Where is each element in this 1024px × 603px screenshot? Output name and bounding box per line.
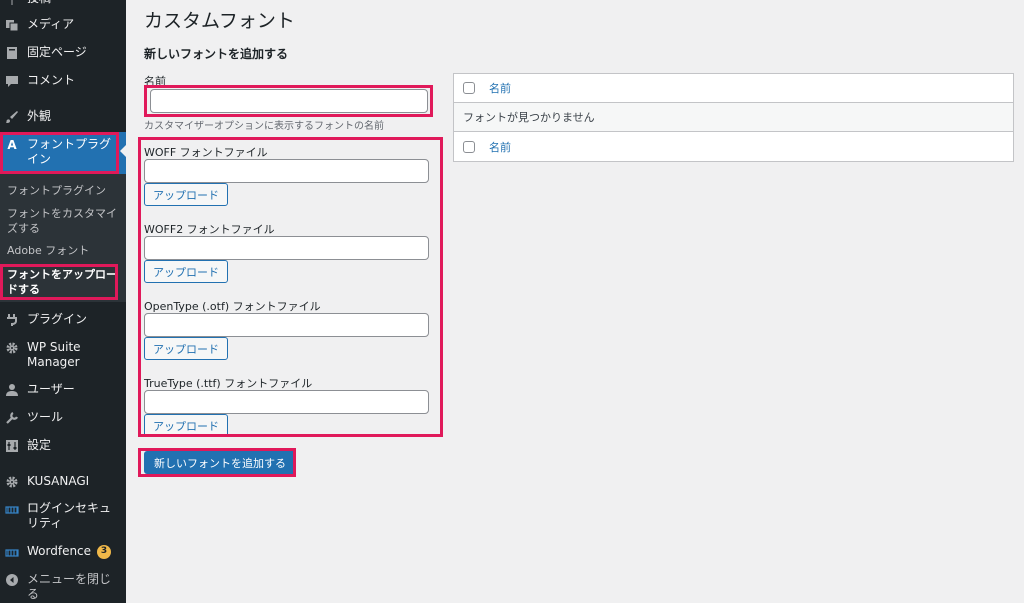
woff2-file-input[interactable] bbox=[144, 236, 429, 260]
user-icon bbox=[5, 383, 19, 397]
menu-item-pages[interactable]: 固定ページ bbox=[0, 45, 126, 60]
menu-item-label: ログインセキュリティ bbox=[27, 501, 112, 530]
menu-item-font-plugin[interactable]: A フォントプラグイン bbox=[0, 132, 126, 174]
menu-item-label: メディア bbox=[27, 17, 75, 31]
settings-icon bbox=[5, 439, 19, 453]
ttf-upload-button[interactable]: アップロード bbox=[144, 414, 228, 437]
menu-item-settings[interactable]: 設定 bbox=[0, 438, 126, 453]
menu-item-comments[interactable]: コメント bbox=[0, 73, 126, 88]
menu-item-tools[interactable]: ツール bbox=[0, 410, 126, 425]
submenu-item-customize-fonts[interactable]: フォントをカスタマイズする bbox=[7, 206, 119, 236]
pin-icon bbox=[5, 0, 19, 6]
add-new-font-button[interactable]: 新しいフォントを追加する bbox=[144, 451, 296, 474]
gear-icon bbox=[5, 475, 19, 489]
woff-label: WOFF フォントファイル bbox=[144, 146, 268, 159]
ttf-file-input[interactable] bbox=[144, 390, 429, 414]
menu-item-label: プラグイン bbox=[27, 312, 88, 326]
comment-icon bbox=[5, 74, 19, 88]
menu-item-label: 固定ページ bbox=[27, 45, 87, 59]
admin-sidebar: 投稿 メディア 固定ページ コメント 外観 A フォントプラグイン フォントプラ… bbox=[0, 0, 126, 603]
menu-item-appearance[interactable]: 外観 bbox=[0, 109, 126, 124]
notification-badge: 3 bbox=[97, 544, 112, 559]
menu-item-kusanagi[interactable]: KUSANAGI bbox=[0, 474, 126, 489]
menu-item-label: 投稿 bbox=[27, 0, 126, 6]
select-all-checkbox-footer[interactable] bbox=[463, 140, 475, 153]
menu-item-label: コメント bbox=[27, 73, 76, 87]
menu-item-label: メニューを閉じる bbox=[27, 572, 112, 601]
menu-item-label: ツール bbox=[27, 410, 64, 424]
select-all-checkbox[interactable] bbox=[463, 82, 475, 94]
font-name-input[interactable] bbox=[150, 89, 428, 113]
submenu-item-upload-font[interactable]: フォントをアップロードする bbox=[7, 267, 119, 297]
menu-item-label: 設定 bbox=[27, 438, 52, 452]
no-fonts-message: フォントが見つかりません bbox=[463, 111, 595, 124]
wordfence-label: Wordfence bbox=[27, 544, 92, 558]
table-empty-row: フォントが見つかりません bbox=[454, 103, 1013, 132]
menu-item-label: WP Suite Manager bbox=[27, 340, 81, 369]
collapse-icon bbox=[5, 573, 19, 587]
menu-item-label: KUSANAGI bbox=[27, 474, 90, 488]
table-footer-row: 名前 bbox=[454, 132, 1013, 161]
collapse-menu-button[interactable]: メニューを閉じる bbox=[0, 572, 126, 602]
table-header-row: 名前 bbox=[454, 74, 1013, 103]
woff-file-input[interactable] bbox=[144, 159, 429, 183]
name-description: カスタマイザーオプションに表示するフォントの名前 bbox=[144, 121, 384, 132]
submenu-item-adobe-fonts[interactable]: Adobe フォント bbox=[7, 243, 119, 258]
menu-item-posts[interactable]: 投稿 bbox=[0, 0, 126, 9]
otf-label: OpenType (.otf) フォントファイル bbox=[144, 300, 321, 313]
menu-item-label: ユーザー bbox=[27, 382, 75, 396]
shield-icon bbox=[5, 502, 19, 516]
font-a-icon: A bbox=[7, 137, 17, 152]
font-list-table: 名前 フォントが見つかりません 名前 bbox=[453, 73, 1014, 162]
menu-item-label: フォントプラグイン bbox=[27, 137, 112, 166]
name-column-header[interactable]: 名前 bbox=[489, 80, 511, 96]
woff2-label: WOFF2 フォントファイル bbox=[144, 223, 275, 236]
menu-item-label: 外観 bbox=[27, 109, 52, 123]
woff-upload-button[interactable]: アップロード bbox=[144, 183, 228, 206]
menu-item-media[interactable]: メディア bbox=[0, 17, 126, 32]
name-column-footer[interactable]: 名前 bbox=[489, 139, 511, 155]
ttf-label: TrueType (.ttf) フォントファイル bbox=[144, 377, 313, 390]
plugin-icon bbox=[5, 313, 19, 327]
page-title: カスタムフォント bbox=[144, 10, 295, 32]
otf-upload-button[interactable]: アップロード bbox=[144, 337, 228, 360]
gear-icon bbox=[5, 341, 19, 355]
wordfence-icon bbox=[5, 545, 19, 559]
appearance-icon bbox=[5, 110, 19, 124]
menu-item-users[interactable]: ユーザー bbox=[0, 382, 126, 397]
menu-item-plugins[interactable]: プラグイン bbox=[0, 312, 126, 327]
section-title: 新しいフォントを追加する bbox=[144, 47, 289, 61]
menu-item-wp-suite-manager[interactable]: WP Suite Manager bbox=[0, 340, 126, 370]
menu-item-label: Wordfence 3 bbox=[27, 544, 126, 559]
otf-file-input[interactable] bbox=[144, 313, 429, 337]
menu-item-login-security[interactable]: ログインセキュリティ bbox=[0, 501, 126, 531]
wrench-icon bbox=[5, 411, 19, 425]
media-icon bbox=[5, 18, 19, 32]
page-icon bbox=[5, 46, 19, 60]
submenu-item-font-plugin[interactable]: フォントプラグイン bbox=[7, 183, 119, 198]
menu-item-wordfence[interactable]: Wordfence 3 bbox=[0, 544, 126, 559]
name-label: 名前 bbox=[144, 75, 166, 88]
woff2-upload-button[interactable]: アップロード bbox=[144, 260, 228, 283]
